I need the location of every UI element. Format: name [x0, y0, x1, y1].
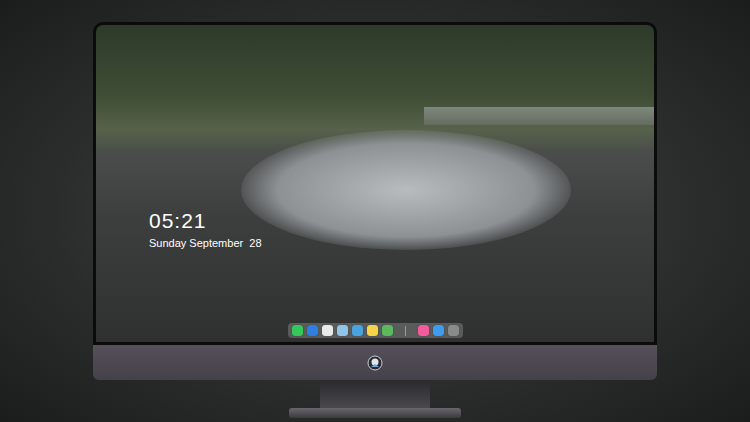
lock-screen: 05:21 Sunday September 28 — [96, 25, 654, 342]
guard-rail — [424, 107, 654, 125]
dock-app-icon[interactable] — [337, 325, 348, 336]
clock-block: 05:21 Sunday September 28 — [96, 25, 654, 250]
clock-time: 05:21 — [149, 208, 654, 234]
page: 05:21 Sunday September 28 — [0, 0, 750, 422]
car-shape — [241, 130, 571, 250]
dock-app-icon[interactable] — [418, 325, 429, 336]
monitor-chin — [93, 345, 657, 380]
dock-app-icon[interactable] — [382, 325, 393, 336]
dock-app-icon[interactable] — [448, 325, 459, 336]
dock-app-icon[interactable] — [292, 325, 303, 336]
wallpaper-photo — [96, 25, 654, 342]
dock-separator — [405, 326, 406, 336]
dock-app-icon[interactable] — [352, 325, 363, 336]
monitor-base — [289, 408, 461, 418]
clock-date: Sunday September 28 — [149, 236, 654, 250]
dock — [288, 323, 463, 338]
monitor-bezel: 05:21 Sunday September 28 — [93, 22, 657, 345]
monitor-neck — [320, 380, 430, 408]
dock-app-icon[interactable] — [322, 325, 333, 336]
brand-logo-icon — [367, 355, 383, 371]
dock-app-icon[interactable] — [433, 325, 444, 336]
dock-app-icon[interactable] — [307, 325, 318, 336]
dock-app-icon[interactable] — [367, 325, 378, 336]
